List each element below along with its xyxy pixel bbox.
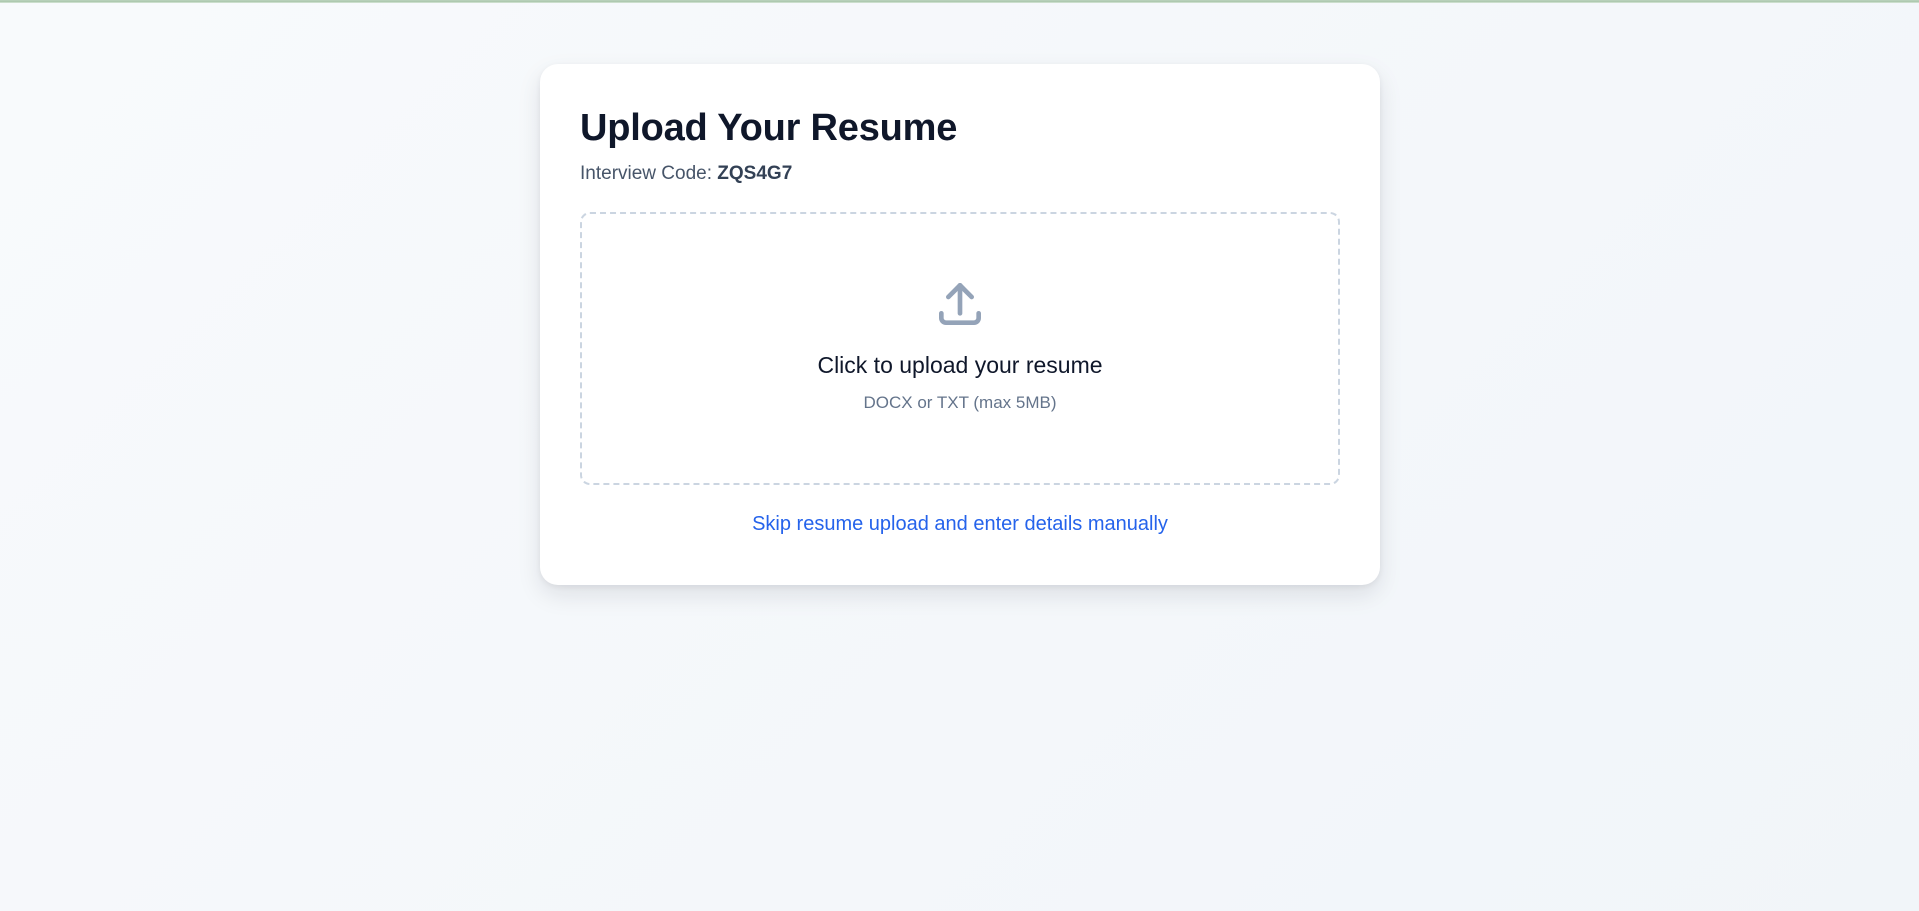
interview-code-value: ZQS4G7 xyxy=(717,163,793,184)
upload-icon xyxy=(939,283,981,325)
top-accent-bar xyxy=(0,0,1919,3)
dropzone-hint: DOCX or TXT (max 5MB) xyxy=(863,393,1057,412)
dropzone-title: Click to upload your resume xyxy=(817,352,1103,378)
interview-code-line: Interview Code: ZQS4G7 xyxy=(580,161,1340,187)
interview-code-label: Interview Code: xyxy=(580,163,718,184)
resume-dropzone[interactable]: Click to upload your resume DOCX or TXT … xyxy=(580,212,1340,485)
page-title: Upload Your Resume xyxy=(580,107,958,149)
upload-card: Upload Your Resume Interview Code: ZQS4G… xyxy=(540,64,1380,585)
skip-resume-link[interactable]: Skip resume upload and enter details man… xyxy=(580,510,1340,538)
